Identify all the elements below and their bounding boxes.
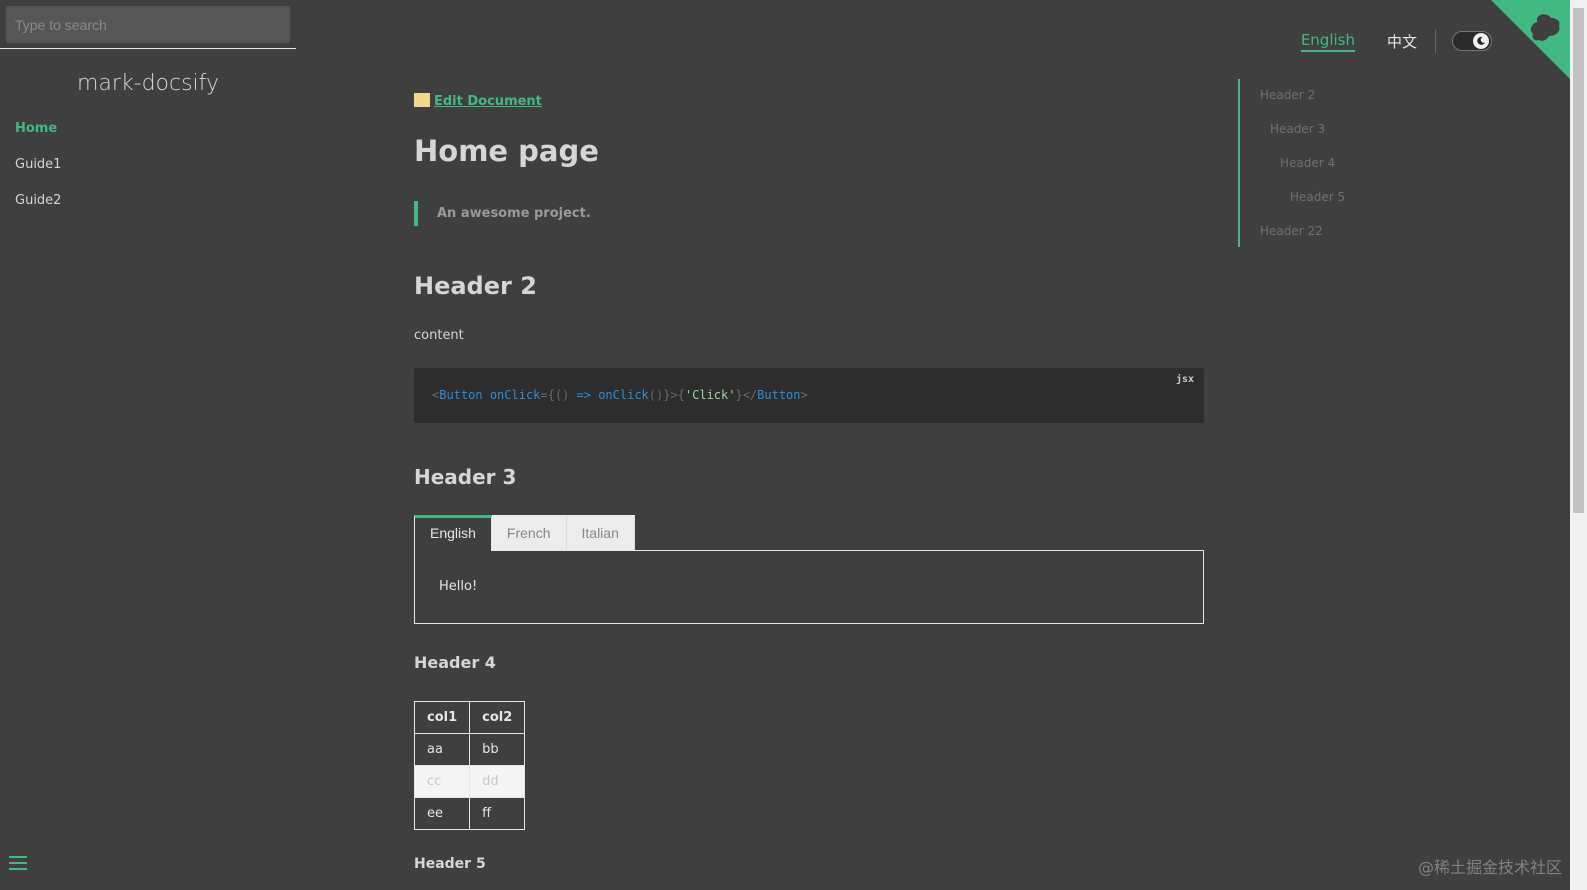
toc-item-header-22[interactable]: Header 22 [1260, 224, 1323, 238]
code-line: <Button onClick={() => onClick()}>{'Clic… [432, 388, 808, 402]
nav-link-chinese[interactable]: 中文 [1387, 31, 1417, 52]
sidebar-item-guide2[interactable]: Guide2 [15, 192, 296, 228]
tab-bar: English French Italian [414, 515, 635, 551]
sidebar-nav: Home Guide1 Guide2 [0, 120, 296, 228]
memo-icon [414, 93, 430, 107]
sidebar: mark-docsify Home Guide1 Guide2 [0, 0, 296, 890]
code-token: > [800, 388, 808, 402]
theme-toggle[interactable] [1452, 31, 1492, 51]
content-paragraph: content [414, 328, 464, 343]
heading-header-3[interactable]: Header 3 [414, 465, 516, 489]
heading-header-4[interactable]: Header 4 [414, 653, 496, 672]
moon-icon [1473, 33, 1489, 49]
heading-header-5[interactable]: Header 5 [414, 856, 486, 872]
table-row: cc dd [413, 765, 526, 798]
code-token: Button [757, 388, 801, 402]
sidebar-item-home[interactable]: Home [15, 120, 296, 156]
watermark: @稀土掘金技术社区 [1417, 858, 1562, 877]
nav-divider [1435, 29, 1436, 53]
search-container [0, 0, 296, 49]
heading-header-2[interactable]: Header 2 [414, 272, 537, 300]
vertical-scrollbar[interactable] [1570, 0, 1587, 890]
blockquote: An awesome project. [414, 201, 591, 226]
code-token: 'Click' [684, 388, 736, 402]
tab-panel: Hello! [414, 550, 1204, 624]
toc-item-header-2[interactable]: Header 2 [1260, 88, 1315, 102]
table-cell: dd [469, 765, 526, 798]
table-row: ee ff [413, 797, 526, 830]
data-table: col1 col2 aa bb cc dd ee ff [413, 701, 526, 830]
nav-link-english[interactable]: English [1300, 31, 1355, 52]
code-language-label: jsx [1175, 374, 1194, 385]
page-title: Home page [414, 134, 599, 168]
tab-italian[interactable]: Italian [566, 515, 635, 551]
toc-item-header-3[interactable]: Header 3 [1270, 122, 1325, 136]
code-block: <Button onClick={() => onClick()}>{'Clic… [414, 368, 1204, 423]
hamburger-menu-icon[interactable] [9, 856, 27, 870]
code-token: Button [439, 388, 483, 402]
table-cell: cc [413, 765, 471, 798]
top-nav: English 中文 [1269, 29, 1492, 53]
toc-item-header-5[interactable]: Header 5 [1290, 190, 1345, 204]
code-token: => [576, 388, 591, 402]
table-cell: aa [413, 733, 471, 766]
edit-document-label: Edit Document [434, 94, 542, 109]
tab-english[interactable]: English [414, 515, 492, 551]
sidebar-item-guide1[interactable]: Guide1 [15, 156, 296, 192]
code-token: }</ [735, 388, 758, 402]
edit-document-link[interactable]: Edit Document [414, 93, 542, 109]
toc-item-header-4[interactable]: Header 4 [1280, 156, 1335, 170]
code-token: ={() [540, 388, 577, 402]
scrollbar-thumb[interactable] [1573, 8, 1584, 513]
tab-french[interactable]: French [491, 515, 567, 551]
table-cell: ff [469, 797, 526, 830]
table-of-contents: Header 2 Header 3 Header 4 Header 5 Head… [1238, 79, 1438, 247]
code-token: ()}>{ [648, 388, 685, 402]
table-header-cell: col1 [413, 701, 471, 734]
search-input[interactable] [6, 6, 290, 43]
code-token: onClick [482, 388, 541, 402]
github-corner-icon[interactable] [1491, 0, 1571, 80]
table-cell: ee [413, 797, 471, 830]
table-cell: bb [469, 733, 526, 766]
table-header-row: col1 col2 [413, 701, 526, 734]
code-token: onClick [590, 388, 649, 402]
table-row: aa bb [413, 733, 526, 766]
app-name[interactable]: mark-docsify [0, 71, 296, 96]
table-header-cell: col2 [469, 701, 526, 734]
tab-panel-text: Hello! [439, 579, 478, 594]
